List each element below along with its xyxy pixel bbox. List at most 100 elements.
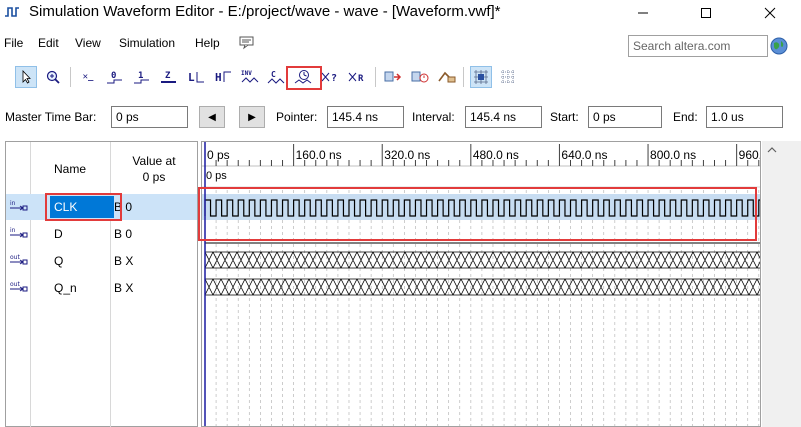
previous-transition-button[interactable]: ◀ [199, 106, 225, 128]
svg-text:L: L [188, 71, 195, 84]
force-high-icon: 1 [134, 71, 149, 84]
force-unknown-icon: ✕̲ [82, 72, 94, 82]
arrow-right-icon: ▶ [248, 111, 256, 123]
grid-settings-button[interactable] [497, 66, 519, 88]
svg-text:in: in [10, 227, 16, 234]
svg-text:?: ? [331, 73, 337, 84]
overwrite-clock-button[interactable] [293, 66, 315, 88]
value-header-line2: 0 ps [142, 170, 166, 184]
svg-text:R: R [358, 74, 364, 84]
input-pin-icon: in [10, 200, 28, 211]
force-weak-low-button[interactable]: L [185, 66, 207, 88]
menu-file[interactable]: File [4, 36, 23, 50]
svg-text:INV: INV [241, 70, 252, 77]
search-input[interactable]: Search altera.com [628, 35, 768, 57]
signal-value: B X [114, 281, 134, 295]
signal-name: Q [54, 254, 64, 268]
output-pin-icon: out [10, 281, 28, 292]
signal-name: D [54, 227, 63, 241]
svg-text:Z: Z [165, 71, 171, 81]
run-timing-simulation-button[interactable] [409, 66, 431, 88]
master-time-bar-label: Master Time Bar: [5, 110, 97, 124]
snap-to-grid-button[interactable] [470, 66, 492, 88]
maximize-button[interactable] [683, 0, 729, 26]
clock-icon [294, 70, 312, 84]
signal-row-q[interactable]: out Q B X [6, 248, 197, 274]
globe-icon[interactable] [770, 37, 788, 55]
ruler-time-label: 800.0 ns [650, 148, 696, 162]
end-field[interactable]: 1.0 us [706, 106, 783, 128]
pointer-field[interactable]: 145.4 ns [327, 106, 404, 128]
title-bar: Simulation Waveform Editor - E:/project/… [0, 0, 801, 26]
time-bar-row: Master Time Bar: 0 ps ◀ ▶ Pointer: 145.4… [0, 103, 801, 131]
menu-help[interactable]: Help [195, 36, 220, 50]
signal-value: B X [114, 254, 134, 268]
toolbar: ✕̲ 0 1 Z L H INV C ? R [0, 62, 801, 92]
signal-row-q-n[interactable]: out Q_n B X [6, 275, 197, 301]
svg-text:out: out [10, 281, 20, 288]
start-field[interactable]: 0 ps [588, 106, 662, 128]
count-value-icon: C [267, 70, 285, 84]
start-label: Start: [550, 110, 579, 124]
overwrite-value-icon: R [348, 72, 364, 84]
menu-simulation[interactable]: Simulation [119, 36, 175, 50]
name-column-header: Name [54, 162, 87, 176]
invert-icon: INV [241, 70, 259, 83]
force-high-button[interactable]: 1 [131, 66, 153, 88]
svg-text:H: H [215, 71, 222, 84]
input-pin-icon: in [10, 227, 28, 238]
ruler-time-label: 320.0 ns [384, 148, 430, 162]
signal-value: B 0 [114, 200, 133, 214]
invert-button[interactable]: INV [239, 66, 261, 88]
force-high-impedance-button[interactable]: Z [158, 66, 180, 88]
random-values-button[interactable]: ? [320, 66, 342, 88]
value-header-line1: Value at [132, 154, 176, 168]
force-z-icon: Z [161, 71, 176, 83]
count-value-button[interactable]: C [266, 66, 288, 88]
output-pin-icon: out [10, 254, 28, 265]
end-label: End: [673, 110, 698, 124]
force-weak-high-button[interactable]: H [212, 66, 234, 88]
zoom-icon [46, 70, 60, 84]
force-low-button[interactable]: 0 [104, 66, 126, 88]
scroll-up-arrow-icon[interactable] [766, 145, 778, 155]
master-time-bar-field[interactable]: 0 ps [111, 106, 188, 128]
signal-value: B 0 [114, 227, 133, 241]
svg-text:out: out [10, 254, 20, 261]
run-timing-simulation-icon [411, 71, 429, 83]
overwrite-value-button[interactable]: R [347, 66, 369, 88]
next-transition-button[interactable]: ▶ [239, 106, 265, 128]
snap-to-grid-icon [474, 70, 488, 84]
ruler-time-label: 960.0 ns [739, 148, 761, 162]
ruler-time-label: 480.0 ns [473, 148, 519, 162]
svg-text:in: in [10, 200, 16, 207]
help-chat-icon[interactable] [239, 36, 255, 50]
cursor-time-label: 0 ps [206, 170, 227, 182]
run-functional-simulation-button[interactable] [382, 66, 404, 88]
generate-netlist-icon [438, 71, 456, 83]
menu-view[interactable]: View [75, 36, 101, 50]
q-waveform [204, 251, 760, 269]
signal-name: Q_n [54, 281, 77, 295]
maximize-icon [701, 8, 711, 18]
force-low-icon: 0 [107, 71, 122, 84]
waveform-canvas[interactable]: 0 ps 160.0 ns 320.0 ns 480.0 ns 640.0 ns 800.… [202, 142, 761, 427]
ruler-time-label: 0 ps [207, 148, 230, 162]
generate-netlist-button[interactable] [436, 66, 458, 88]
random-values-icon: ? [321, 72, 337, 84]
q-n-waveform [204, 278, 760, 296]
interval-field[interactable]: 145.4 ns [465, 106, 542, 128]
signal-row-clk[interactable]: in CLK B 0 [6, 194, 197, 220]
menu-edit[interactable]: Edit [38, 36, 59, 50]
force-weak-low-icon: L [188, 71, 204, 84]
minimize-button[interactable] [620, 0, 666, 26]
vertical-scrollbar[interactable] [762, 141, 801, 427]
zoom-tool-button[interactable] [42, 66, 64, 88]
waveform-panel[interactable]: 0 ps 160.0 ns 320.0 ns 480.0 ns 640.0 ns 800.… [201, 141, 761, 427]
force-unknown-button[interactable]: ✕̲ [77, 66, 99, 88]
selection-tool-button[interactable] [15, 66, 37, 88]
signal-row-d[interactable]: in D B 0 [6, 221, 197, 247]
close-button[interactable] [747, 0, 793, 26]
waveform-app-icon [5, 7, 19, 17]
pointer-label: Pointer: [276, 110, 318, 124]
